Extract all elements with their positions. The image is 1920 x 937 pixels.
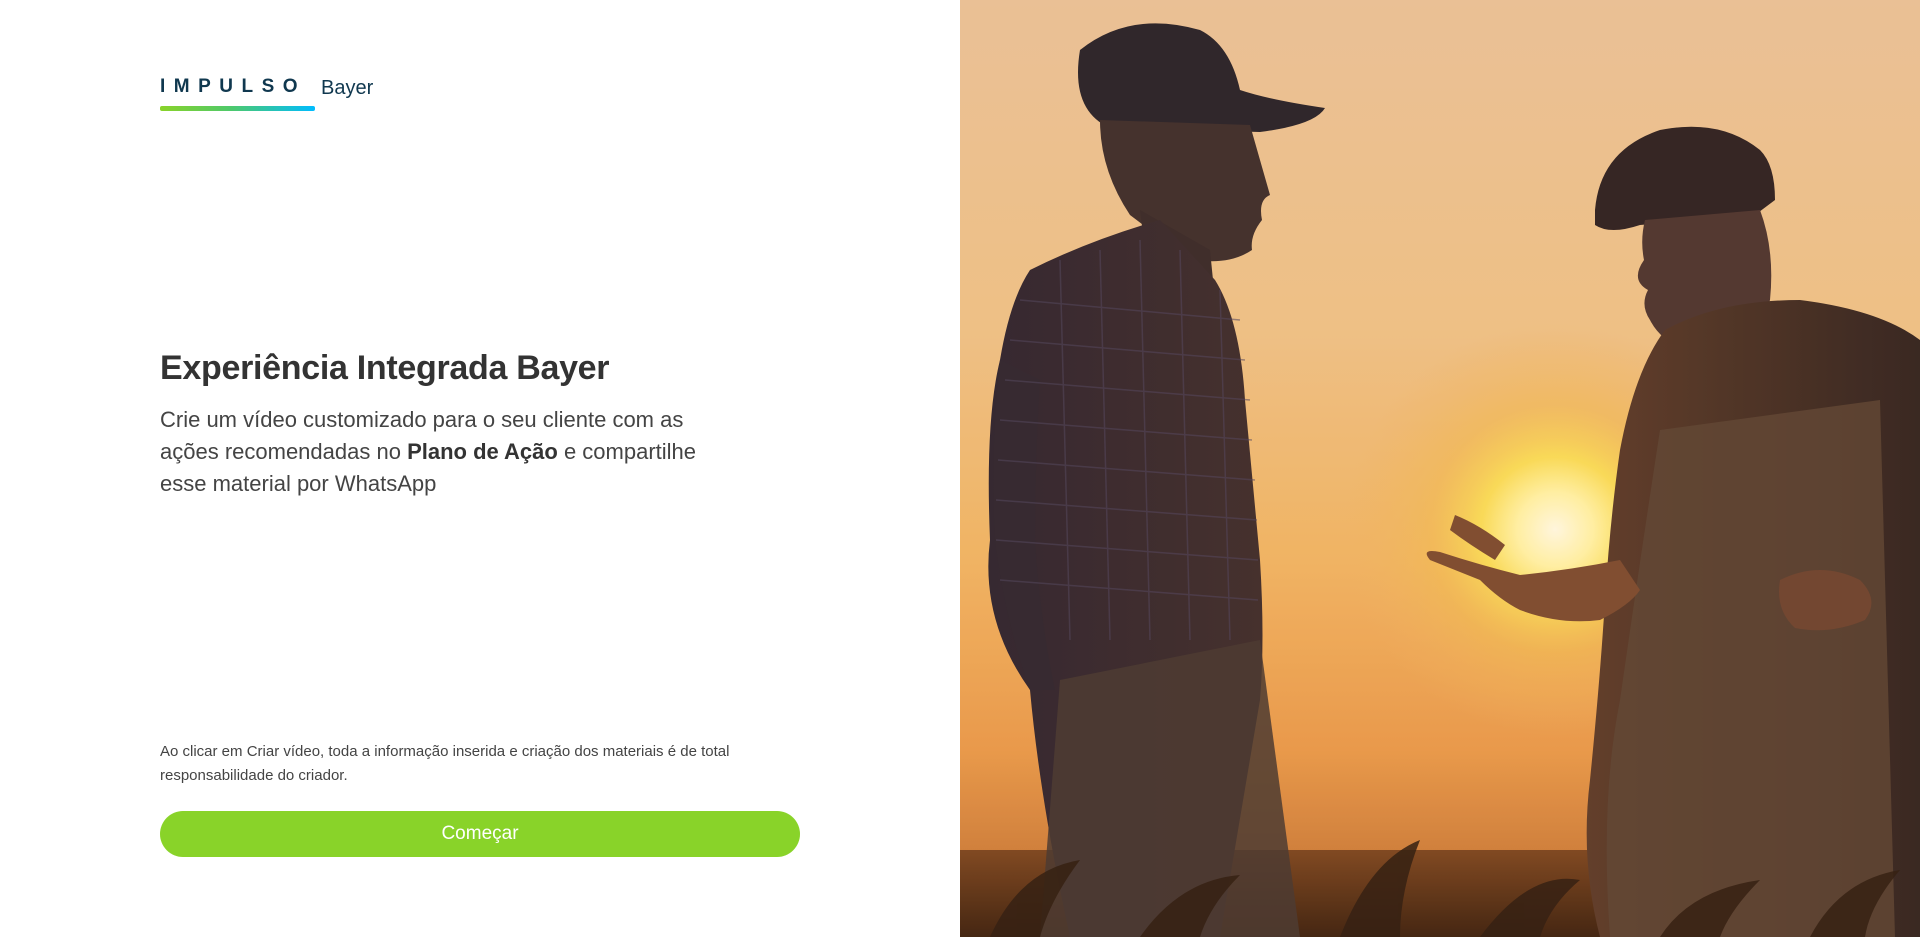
landing-page: IMPULSO Bayer Experiência Integrada Baye…	[0, 0, 1920, 937]
impulso-wordmark: IMPULSO	[160, 76, 315, 111]
farmers-sunset-image	[960, 0, 1920, 937]
impulso-bayer-logo: IMPULSO Bayer	[160, 76, 373, 111]
description-bold-action-plan: Plano de Ação	[407, 439, 558, 464]
impulso-text: IMPULSO	[160, 76, 307, 97]
bayer-text: Bayer	[321, 77, 374, 99]
responsibility-disclaimer: Ao clicar em Criar vídeo, toda a informa…	[160, 743, 730, 784]
page-description: Crie um vídeo customizado para o seu cli…	[160, 404, 720, 500]
page-title: Experiência Integrada Bayer	[160, 349, 610, 387]
intro-panel: IMPULSO Bayer Experiência Integrada Baye…	[0, 0, 960, 937]
hero-photo	[960, 0, 1920, 937]
logo-gradient-bar	[160, 106, 315, 111]
start-button[interactable]: Começar	[160, 811, 800, 857]
